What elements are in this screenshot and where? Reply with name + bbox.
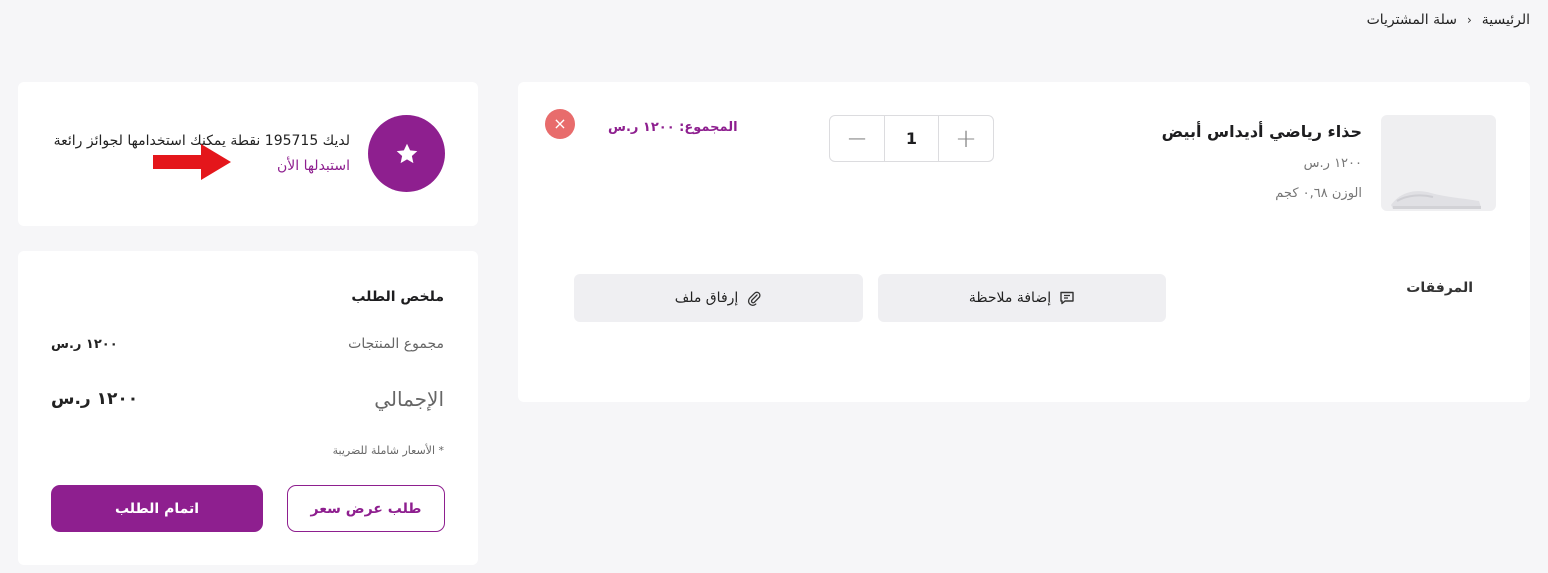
decrease-button[interactable]: − xyxy=(830,116,884,161)
subtotal-label: مجموع المنتجات xyxy=(348,336,444,352)
product-image[interactable] xyxy=(1381,115,1496,211)
tax-note: * الأسعار شاملة للضريبة xyxy=(332,444,444,457)
breadcrumb: الرئيسية › سلة المشتريات xyxy=(1367,12,1530,28)
product-weight: الوزن ٠,٦٨ كجم xyxy=(1275,186,1362,201)
star-icon xyxy=(396,143,417,163)
subtotal-value: ١٢٠٠ ر.س xyxy=(51,337,118,352)
total-label: الإجمالي xyxy=(374,387,444,411)
add-note-label: إضافة ملاحظة xyxy=(968,290,1052,306)
request-quote-button[interactable]: طلب عرض سعر xyxy=(287,485,445,532)
summary-title: ملخص الطلب xyxy=(351,289,444,305)
shoe-image-icon xyxy=(1391,191,1481,209)
breadcrumb-current: سلة المشتريات xyxy=(1366,12,1457,28)
paperclip-icon xyxy=(748,291,761,306)
breadcrumb-home[interactable]: الرئيسية xyxy=(1482,12,1530,28)
attach-file-label: إرفاق ملف xyxy=(674,290,739,306)
add-note-button[interactable]: إضافة ملاحظة xyxy=(878,274,1166,322)
product-name[interactable]: حذاء رياضي أديداس أبيض xyxy=(1162,122,1362,141)
remove-item-button[interactable]: × xyxy=(545,109,575,139)
attach-file-button[interactable]: إرفاق ملف xyxy=(574,274,863,322)
star-badge xyxy=(368,115,445,192)
loyalty-points-card: لديك 195715 نقطة يمكنك استخدامها لجوائز … xyxy=(18,82,478,226)
attachments-label: المرفقات xyxy=(1406,280,1473,296)
quantity-value[interactable]: 1 xyxy=(884,116,939,161)
arrow-right-icon xyxy=(153,144,231,180)
chevron-icon: › xyxy=(1466,13,1472,27)
comment-icon xyxy=(1060,291,1074,305)
cart-item-card: حذاء رياضي أديداس أبيض ١٢٠٠ ر.س الوزن ٠,… xyxy=(518,82,1530,402)
quantity-stepper: − 1 + xyxy=(829,115,994,162)
total-value: ١٢٠٠ ر.س xyxy=(51,389,139,409)
increase-button[interactable]: + xyxy=(939,116,993,161)
redeem-now-link[interactable]: استبدلها الأن xyxy=(277,158,350,174)
checkout-button[interactable]: اتمام الطلب xyxy=(51,485,263,532)
item-total: المجموع: ١٢٠٠ ر.س xyxy=(608,120,738,135)
product-price: ١٢٠٠ ر.س xyxy=(1303,156,1362,171)
order-summary-card: ملخص الطلب مجموع المنتجات ١٢٠٠ ر.س الإجم… xyxy=(18,251,478,565)
